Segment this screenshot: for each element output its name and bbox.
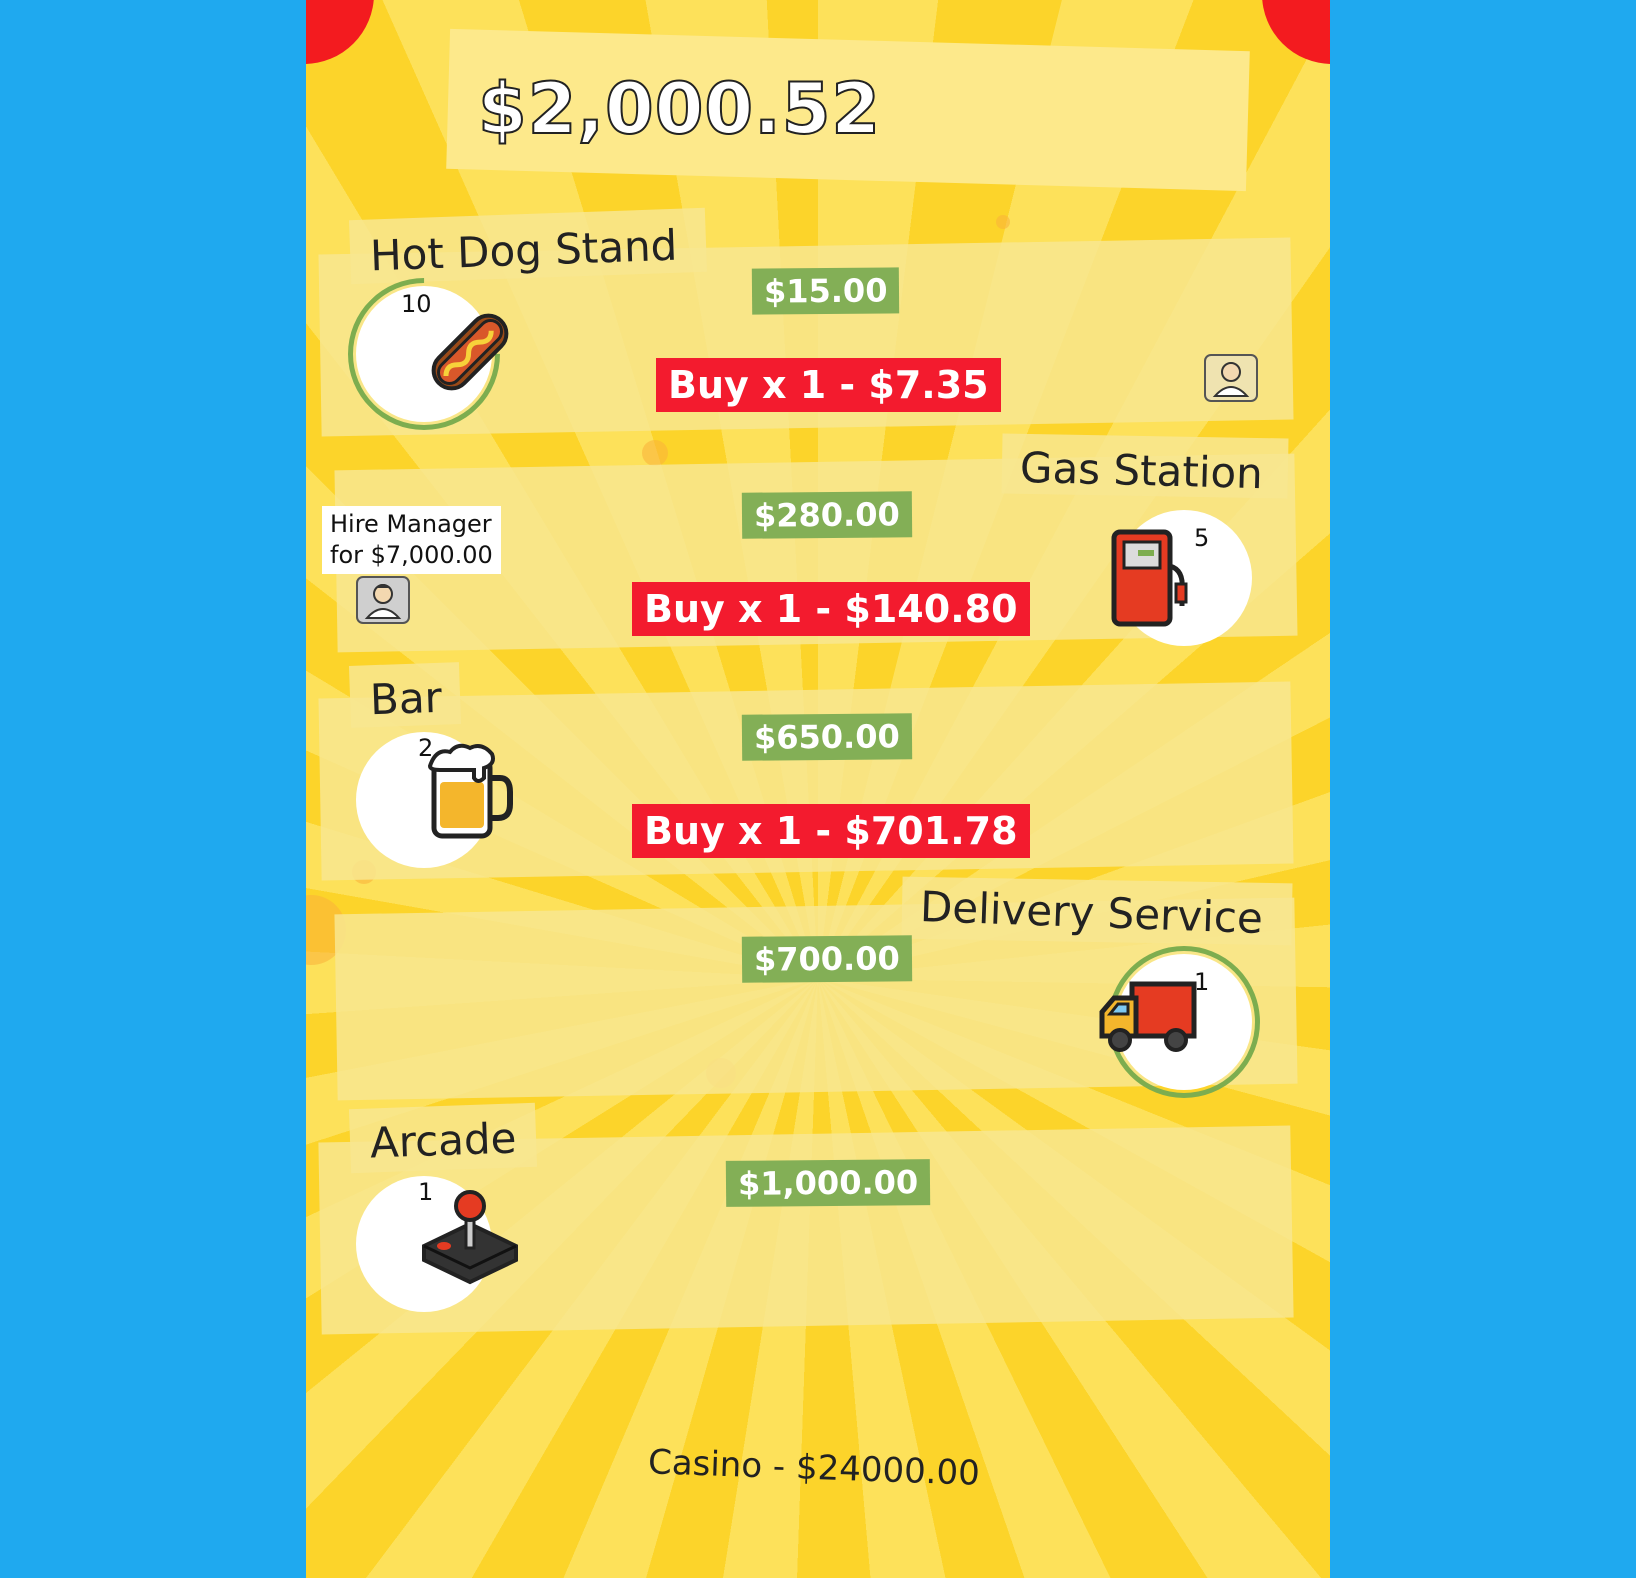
corner-decoration-left — [306, 0, 374, 64]
business-name: Bar — [369, 672, 443, 725]
business-count: 5 — [1194, 524, 1210, 552]
buy-button[interactable]: Buy x 1 - $140.80 — [632, 582, 1030, 636]
buy-button[interactable]: Buy x 1 - $7.35 — [656, 358, 1001, 412]
manager-icon — [1212, 362, 1250, 397]
business-name: Arcade — [369, 1113, 518, 1168]
buy-button[interactable]: Buy x 1 - $701.78 — [632, 804, 1030, 858]
hire-manager-tooltip: Hire Manager for $7,000.00 — [322, 506, 501, 574]
gas-pump-icon — [1106, 526, 1190, 630]
business-name: Gas Station — [1019, 442, 1264, 499]
earnings-label: $1,000.00 — [725, 1159, 931, 1207]
decor-dot — [642, 440, 668, 466]
casino-unlock-label: Casino - $24000.00 — [647, 1442, 981, 1494]
joystick-icon — [418, 1186, 522, 1286]
delivery-truck-icon — [1096, 976, 1200, 1060]
beer-mug-icon — [426, 742, 516, 842]
earnings-label: $650.00 — [741, 713, 912, 761]
manager-button[interactable] — [356, 576, 410, 624]
manager-icon — [364, 584, 402, 619]
hot-dog-icon — [418, 300, 522, 404]
game-area: $2,000.52 Hot Dog Stand 10 $15.00 Buy x … — [306, 0, 1330, 1578]
earnings-label: $15.00 — [751, 267, 900, 315]
earnings-label: $700.00 — [741, 935, 912, 983]
earnings-label: $280.00 — [741, 491, 912, 539]
manager-button[interactable] — [1204, 354, 1258, 402]
money-display: $2,000.52 — [477, 67, 882, 151]
corner-decoration-right — [1262, 0, 1330, 64]
decor-dot — [996, 215, 1010, 229]
